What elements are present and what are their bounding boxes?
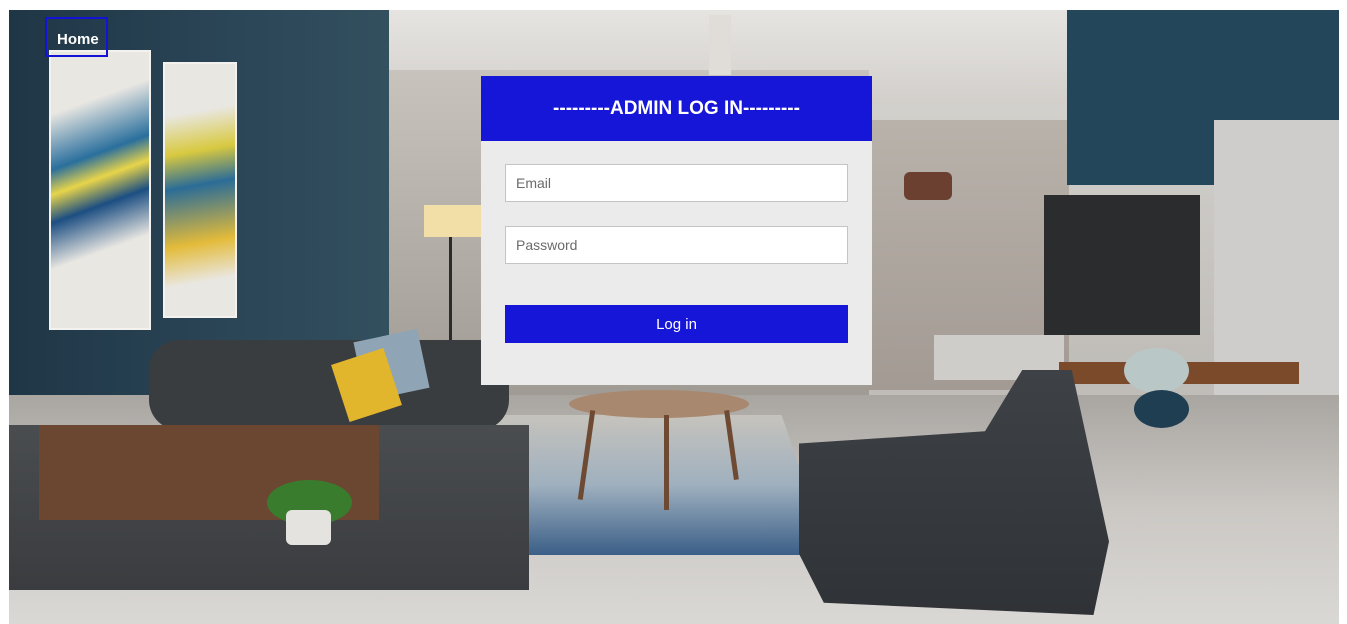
plant-pot [286, 510, 331, 545]
floor-lamp-shade [424, 205, 484, 237]
wall-art-right [163, 62, 237, 318]
table-leg [664, 415, 669, 510]
coffee-table [569, 390, 749, 418]
email-input[interactable] [505, 164, 848, 202]
login-button[interactable]: Log in [505, 305, 848, 343]
home-link[interactable]: Home [45, 17, 108, 57]
decor-vase [1134, 390, 1189, 428]
sofa-back [149, 340, 509, 430]
television [1044, 195, 1200, 335]
decor-flower [1124, 348, 1189, 393]
wall-art-left [49, 50, 151, 330]
login-title: ---------ADMIN LOG IN--------- [481, 76, 872, 141]
admin-login-card: ---------ADMIN LOG IN--------- Log in [481, 76, 872, 385]
password-input[interactable] [505, 226, 848, 264]
wall-clock [904, 172, 952, 200]
ceiling-fan [709, 15, 731, 75]
